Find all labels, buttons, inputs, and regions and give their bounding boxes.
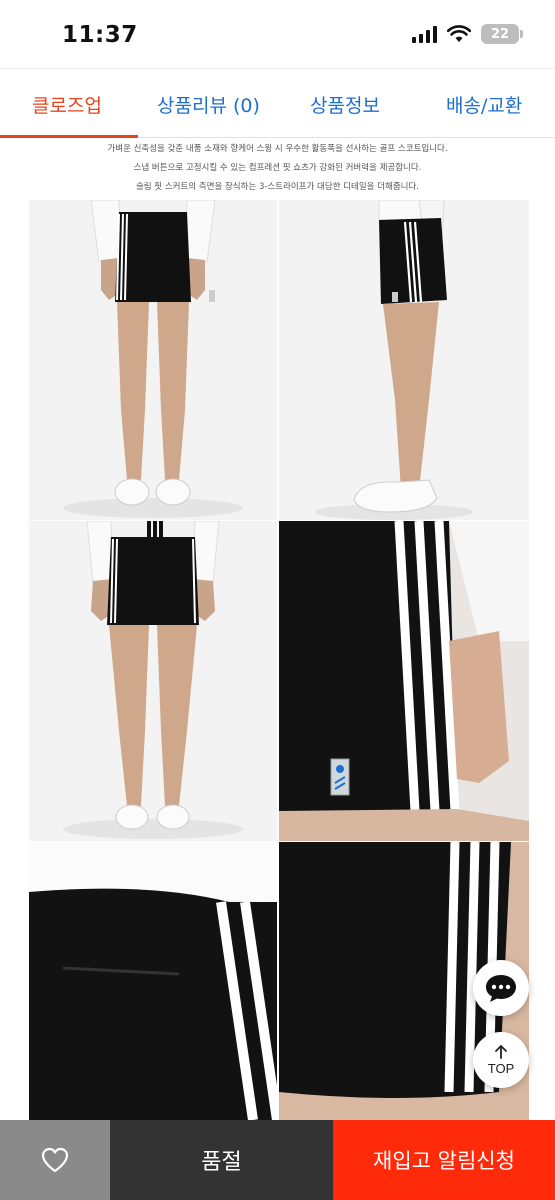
product-photo-front [29,200,277,520]
description-line: 스냅 버튼으로 고정시킬 수 있는 컴프레션 핏 쇼츠가 강화된 커버력을 제공… [133,163,422,173]
active-tab-indicator [0,135,138,138]
product-photo-back [29,521,277,841]
product-detail-screen: 11:37 22 클로즈업 상품리뷰 (0) 상품정보 배송/교환 가벼운 신축… [0,0,555,1200]
restock-alert-button[interactable]: 재입고 알림신청 [333,1120,555,1200]
arrow-up-icon [495,1045,507,1059]
heart-icon [41,1147,69,1173]
product-photo-side [279,200,529,520]
tab-reviews[interactable]: 상품리뷰 (0) [157,91,260,118]
chat-button[interactable] [473,960,529,1016]
signal-icon [412,25,437,43]
battery-level: 22 [490,26,510,42]
status-icons: 22 [412,24,523,44]
product-photo-pocket-closeup [29,842,277,1120]
status-bar: 11:37 22 [0,0,555,68]
bottom-action-bar: 품절 재입고 알림신청 [0,1120,555,1200]
tab-closeup[interactable]: 클로즈업 [32,91,102,118]
product-description: 가벼운 신축성을 갖춘 내풍 소재와 향케어 스윙 시 우수한 활동폭을 선사하… [0,140,555,200]
battery-icon: 22 [481,24,523,44]
tab-bar: 클로즈업 상품리뷰 (0) 상품정보 배송/교환 [0,68,555,138]
tab-shipping-exchange[interactable]: 배송/교환 [446,91,522,118]
wishlist-button[interactable] [0,1120,110,1200]
status-time: 11:37 [62,22,138,48]
description-line: 슬림 핏 스커트의 측면을 장식하는 3-스트라이프가 대담한 디테일을 더해줍… [135,182,420,192]
wifi-icon [447,25,471,42]
soldout-button: 품절 [110,1120,333,1200]
description-line: 가벼운 신축성을 갖춘 내풍 소재와 향케어 스윙 시 우수한 활동폭을 선사하… [107,144,448,154]
scroll-top-button[interactable]: TOP [473,1032,529,1088]
product-photo-side-closeup [279,521,529,841]
chat-bubble-icon [486,975,516,1002]
scroll-top-label: TOP [487,1061,515,1076]
tab-product-info[interactable]: 상품정보 [310,91,380,118]
